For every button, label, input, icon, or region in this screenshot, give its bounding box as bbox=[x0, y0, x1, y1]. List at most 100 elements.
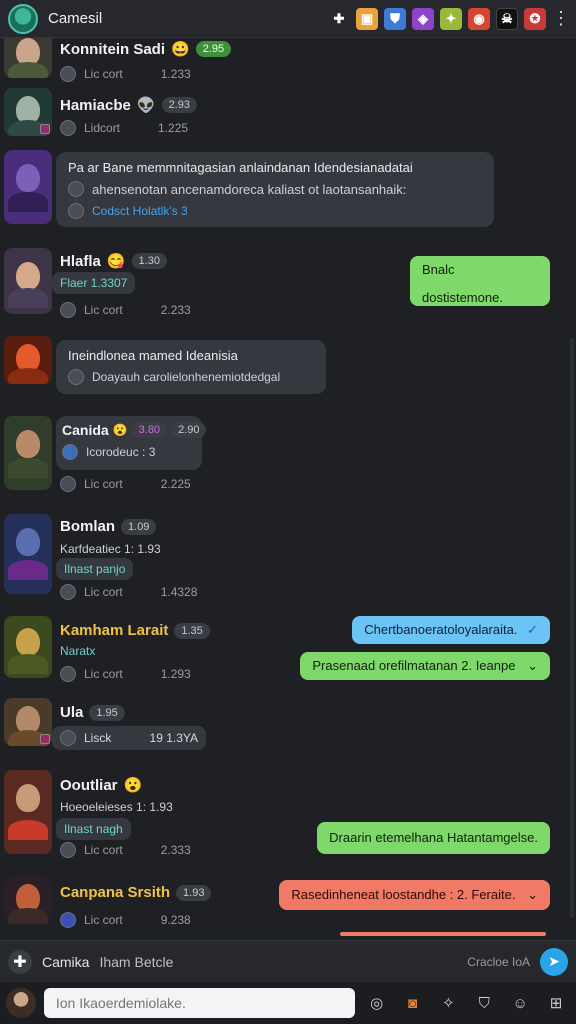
menu-icon[interactable]: ⊞ bbox=[542, 989, 570, 1017]
sender-name[interactable]: Hlafla bbox=[60, 253, 101, 270]
sender-name[interactable]: Ooutliar bbox=[60, 777, 118, 794]
meta-label: Lic cort bbox=[84, 585, 123, 599]
list-item: Kamham Larait 1.35 Naratx Lic cort 1.293… bbox=[0, 614, 576, 684]
reply-bubble[interactable]: Prasenaad orefilmatanan 2. Ieanpe ⌄ bbox=[300, 652, 550, 680]
timestamp: 2.333 bbox=[160, 843, 191, 857]
message-text: ahensenotan ancenamdoreca kaliast ot lao… bbox=[92, 181, 407, 197]
reply-bubble[interactable]: Rasedinheneat loostandhe : 2. Feraite. ⌄ bbox=[279, 880, 550, 910]
reply-text: Prasenaad orefilmatanan 2. Ieanpe bbox=[312, 658, 516, 673]
chevron-down-icon[interactable]: ⌄ bbox=[527, 887, 538, 902]
avatar[interactable] bbox=[4, 248, 52, 314]
sender-name[interactable]: Bomlan bbox=[60, 518, 115, 535]
message-text: Icorodeuc : 3 bbox=[86, 445, 156, 459]
channel-title: Camesil bbox=[48, 10, 103, 27]
award-icon[interactable]: ✧ bbox=[434, 989, 462, 1017]
reaction-icon[interactable] bbox=[68, 203, 84, 219]
reply-bar: ✚ Camika Iham Betcle Cracloe IoA ➤ bbox=[0, 940, 576, 982]
avatar[interactable] bbox=[4, 38, 52, 78]
message-bubble[interactable]: Pa ar Bane memmnitagasian anlaindanan Id… bbox=[56, 152, 494, 227]
target-icon[interactable]: ◉ bbox=[468, 7, 490, 30]
list-item: Hlafla 😋 1.30 Flaer 1.3307 Lic cort 2.23… bbox=[0, 248, 576, 318]
timestamp: 9.238 bbox=[160, 913, 191, 927]
avatar[interactable] bbox=[4, 770, 52, 854]
message-bubble[interactable]: Ilnast panjo bbox=[56, 558, 134, 580]
user-avatar[interactable] bbox=[6, 988, 36, 1018]
skull-icon[interactable]: ☠ bbox=[496, 7, 518, 30]
message-bubble[interactable]: Ineindlonea mamed Ideanisia Doayauh caro… bbox=[56, 340, 326, 394]
reaction-icon[interactable] bbox=[68, 181, 84, 197]
avatar[interactable] bbox=[4, 150, 52, 224]
reply-text: Bnalc dostistemone. bbox=[422, 262, 503, 305]
message-text: Naratx bbox=[60, 644, 96, 658]
emoji-icon[interactable]: ☺ bbox=[506, 989, 534, 1017]
shield-icon[interactable]: ⛉ bbox=[470, 989, 498, 1017]
message-bubble[interactable]: Canida 😮 3.80 2.90 Icorodeuc : 3 bbox=[56, 416, 207, 470]
reply-bubble[interactable]: Draarin etemelhana Hatantamgelse. bbox=[317, 822, 550, 854]
reaction-icon[interactable] bbox=[60, 842, 76, 858]
level-badge: 1.30 bbox=[131, 253, 167, 269]
reaction-icon[interactable] bbox=[60, 66, 76, 82]
reaction-icon[interactable] bbox=[60, 302, 76, 318]
level-badge: 1.35 bbox=[174, 622, 210, 639]
sender-name[interactable]: Konnitein Sadi bbox=[60, 41, 165, 58]
scrollbar[interactable] bbox=[570, 338, 574, 918]
level-badge: 2.95 bbox=[195, 41, 232, 57]
gift-icon[interactable]: ✪ bbox=[524, 7, 546, 30]
more-options-icon[interactable]: ⋮ bbox=[552, 8, 570, 29]
camera-icon[interactable]: ◎ bbox=[363, 989, 391, 1017]
message-bubble[interactable]: Flaer 1.3307 bbox=[52, 272, 136, 294]
cross-icon[interactable]: ✚ bbox=[328, 8, 350, 30]
reaction-icon[interactable] bbox=[60, 730, 76, 746]
meta-label: Lic cort bbox=[84, 67, 123, 81]
timestamp: 1.233 bbox=[160, 67, 191, 81]
avatar[interactable] bbox=[4, 616, 52, 678]
game-icon[interactable]: ▣ bbox=[356, 7, 378, 30]
reaction-icon[interactable] bbox=[60, 912, 76, 928]
message-text: Karfdeatiec 1: 1.93 bbox=[60, 542, 161, 556]
reply-bubble[interactable]: Bnalc dostistemone. bbox=[410, 256, 550, 306]
reply-text: Rasedinheneat loostandhe : 2. Feraite. bbox=[291, 887, 516, 902]
reaction-icon[interactable] bbox=[62, 444, 78, 460]
sender-name[interactable]: Kamham Larait bbox=[60, 622, 168, 639]
shield-icon[interactable]: ⛊ bbox=[384, 7, 406, 30]
spell-icon[interactable]: ◈ bbox=[412, 7, 434, 30]
timestamp: 2.225 bbox=[160, 477, 191, 491]
reply-bubble-peek bbox=[340, 932, 546, 936]
message-list[interactable]: Konnitein Sadi 😀 2.95 Lic cort 1.233 Ham… bbox=[0, 38, 576, 940]
sender-name[interactable]: Hamiacbe bbox=[60, 97, 131, 114]
meta-label: Lidcort bbox=[84, 121, 121, 135]
list-item: Konnitein Sadi 😀 2.95 Lic cort 1.233 bbox=[0, 38, 576, 82]
message-bubble[interactable]: Lisck 19 1.3YA bbox=[52, 726, 206, 750]
emoji: 😮 bbox=[112, 423, 128, 437]
message-input[interactable] bbox=[43, 988, 355, 1018]
sender-name[interactable]: Ula bbox=[60, 704, 83, 721]
reaction-icon[interactable] bbox=[60, 584, 76, 600]
send-button[interactable]: ➤ bbox=[540, 947, 568, 976]
avatar[interactable] bbox=[4, 416, 52, 490]
avatar[interactable] bbox=[4, 88, 52, 136]
list-item: Canpana Srsith 1.93 Lic cort 9.238 Rased… bbox=[0, 876, 576, 936]
reply-bubble[interactable]: Chertbanoeratoloyalaraita. ✓ bbox=[352, 616, 550, 644]
sender-name[interactable]: Canpana Srsith bbox=[60, 884, 170, 901]
link-text[interactable]: Codsct Holatlk's 3 bbox=[92, 204, 188, 218]
list-item: Ooutliar 😮 Hoeoeleieses 1: 1.93 Ilnast n… bbox=[0, 768, 576, 858]
reply-text: Chertbanoeratoloyalaraita. bbox=[364, 622, 518, 637]
leaf-icon[interactable]: ✦ bbox=[440, 7, 462, 30]
level-badge: 2.90 bbox=[171, 422, 207, 438]
reaction-icon[interactable] bbox=[60, 120, 76, 136]
sticker-icon[interactable]: ◙ bbox=[399, 989, 427, 1017]
reaction-icon[interactable] bbox=[68, 369, 84, 385]
avatar[interactable] bbox=[4, 876, 52, 924]
meta-label: Lic cort bbox=[84, 303, 123, 317]
sender-name[interactable]: Canida bbox=[62, 422, 109, 438]
channel-avatar[interactable] bbox=[8, 3, 38, 34]
reaction-icon[interactable] bbox=[60, 666, 76, 682]
message-text: Doayauh carolielonhenemiotdedgal bbox=[92, 370, 281, 384]
avatar[interactable] bbox=[4, 514, 52, 594]
avatar[interactable] bbox=[4, 698, 52, 746]
reaction-icon[interactable] bbox=[60, 476, 76, 492]
message-bubble[interactable]: Ilnast nagh bbox=[56, 818, 131, 840]
add-attachment-button[interactable]: ✚ bbox=[8, 949, 32, 974]
chevron-down-icon[interactable]: ⌄ bbox=[527, 658, 538, 673]
avatar[interactable] bbox=[4, 336, 52, 384]
